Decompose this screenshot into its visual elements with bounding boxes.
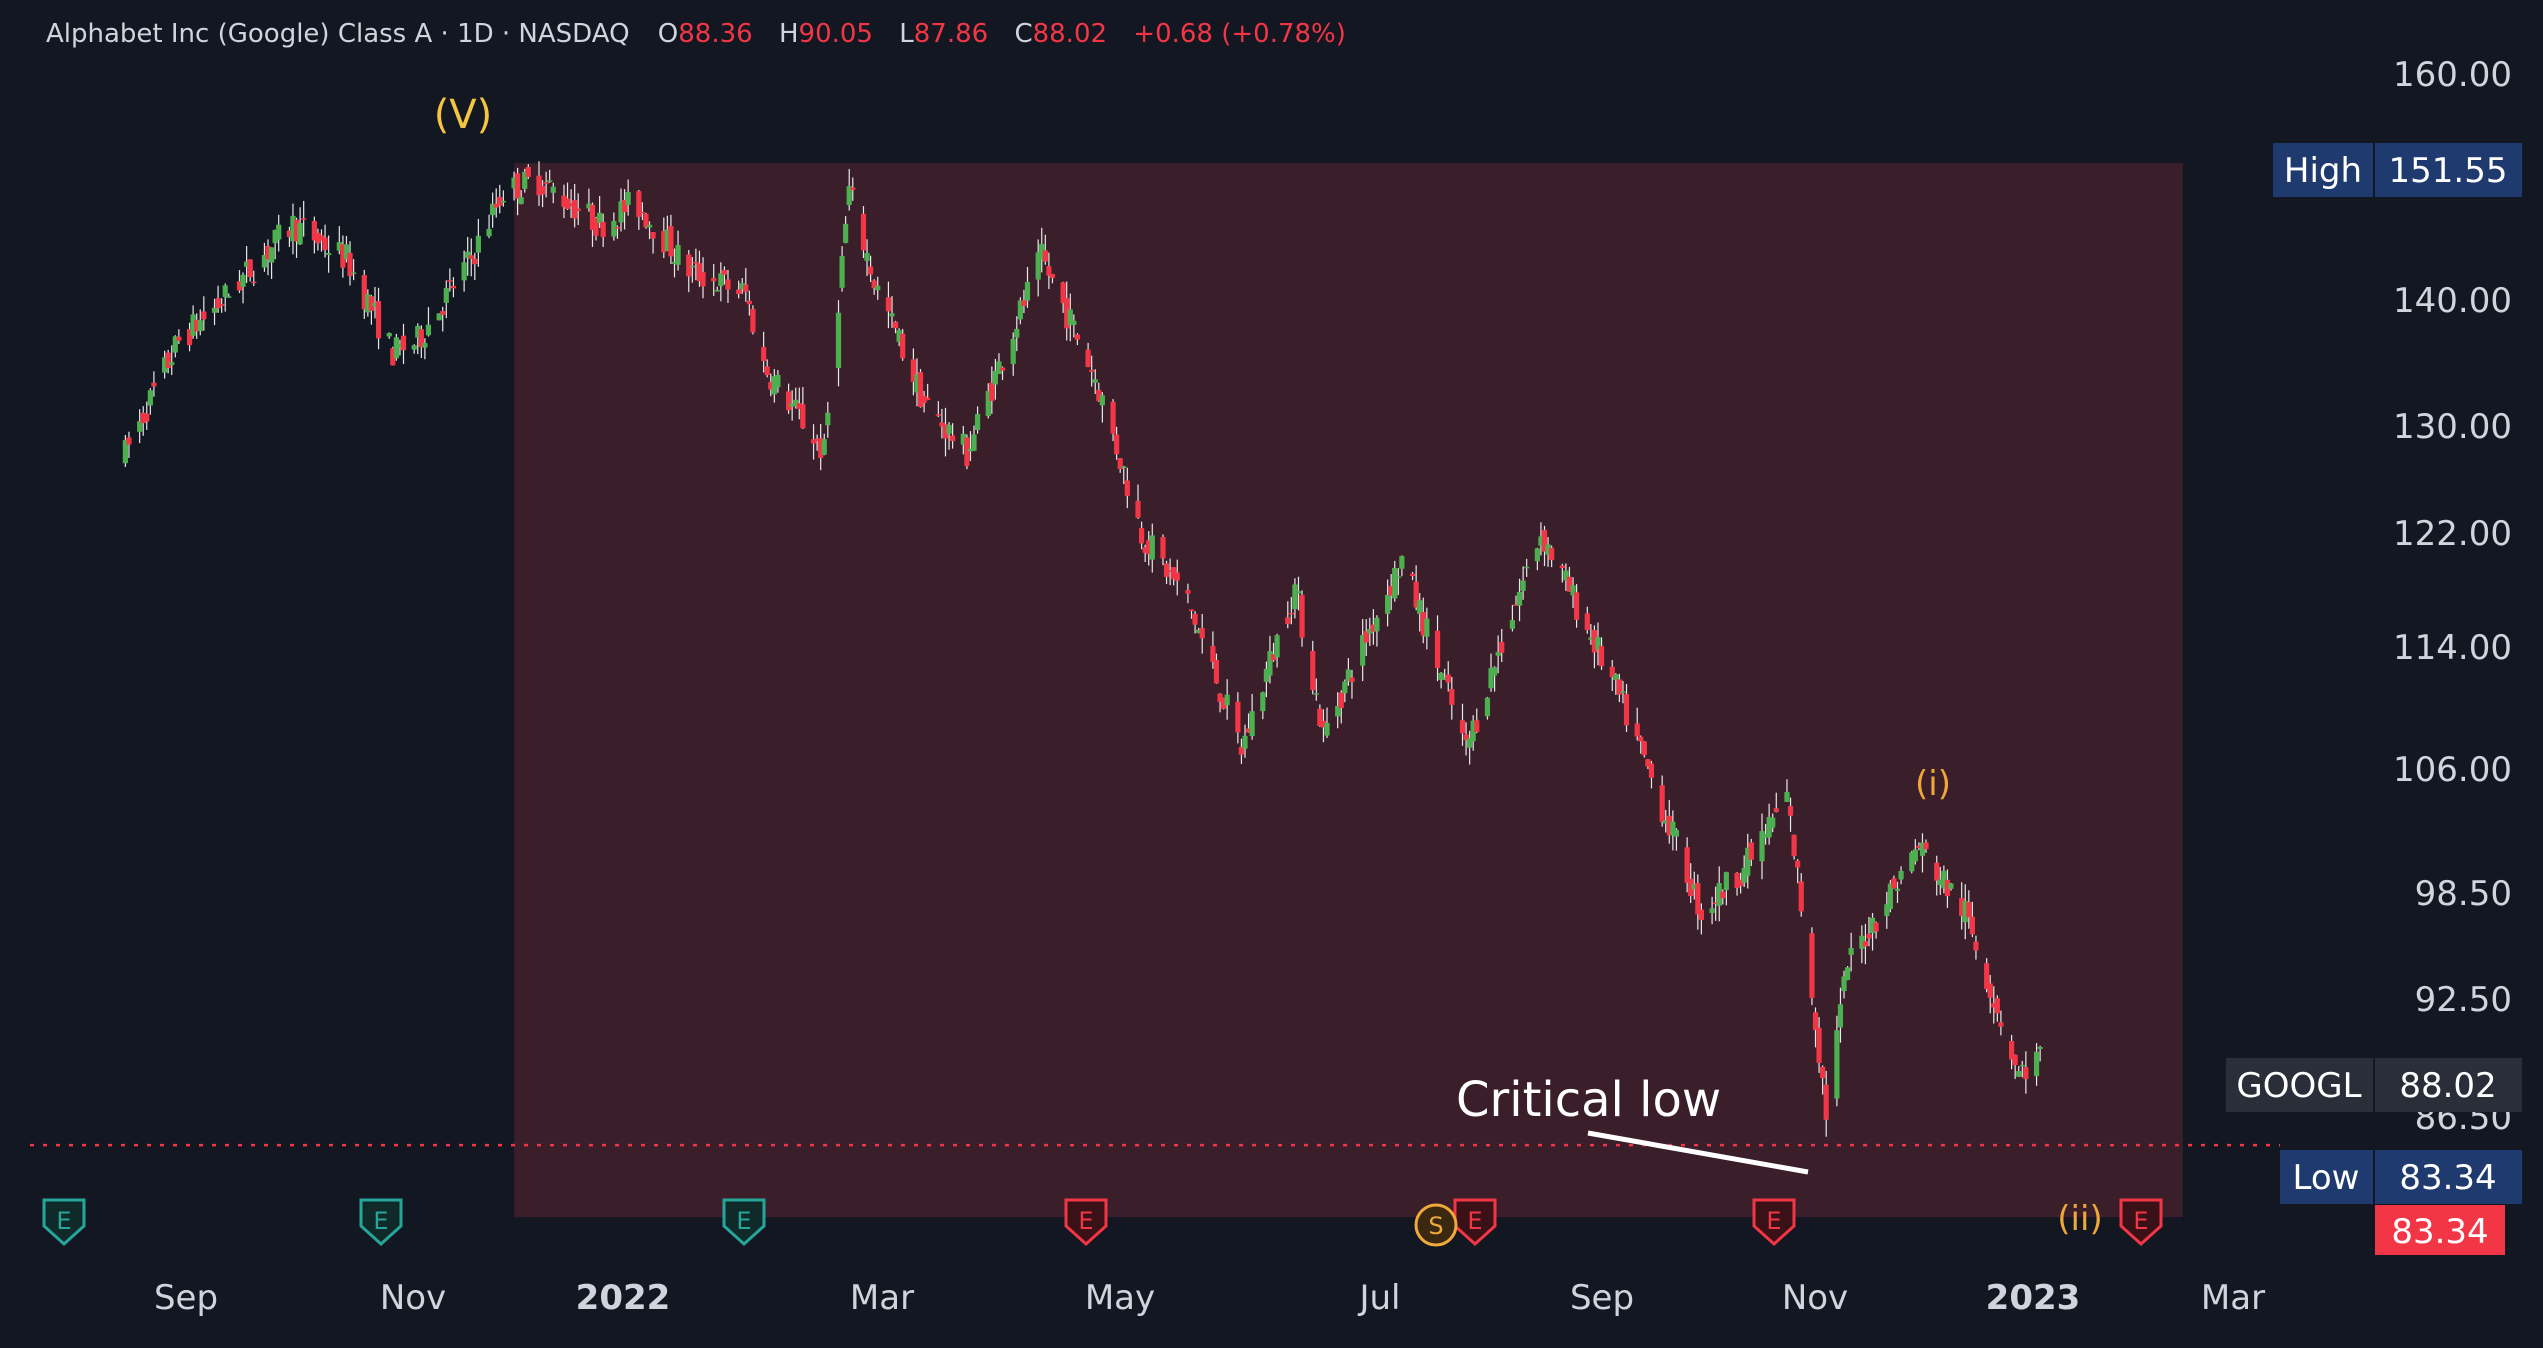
legend-low-label: L bbox=[899, 19, 914, 49]
low-badge-label: Low bbox=[2293, 1158, 2360, 1198]
earnings-icon[interactable]: E bbox=[2119, 1198, 2163, 1247]
svg-text:E: E bbox=[736, 1207, 751, 1235]
earnings-icon[interactable]: E bbox=[722, 1198, 766, 1247]
candle bbox=[1809, 927, 1815, 1006]
price-tick-label: 160.00 bbox=[2393, 55, 2512, 95]
svg-text:E: E bbox=[1766, 1207, 1781, 1235]
wave-label-v: (V) bbox=[434, 92, 493, 138]
time-tick-label: Nov bbox=[380, 1278, 446, 1318]
time-tick-label: Mar bbox=[850, 1278, 914, 1318]
last-price-badge: 83.34 bbox=[2375, 1205, 2505, 1255]
high-badge-value: 151.55 bbox=[2389, 151, 2508, 191]
candle bbox=[1844, 965, 1851, 981]
low-badge: Low 83.34 bbox=[2280, 1150, 2522, 1204]
wave-label-ii: (ii) bbox=[2057, 1199, 2102, 1239]
time-tick-label: Mar bbox=[2201, 1278, 2265, 1318]
legend-close-label: C bbox=[1014, 19, 1032, 49]
chart-root[interactable]: Alphabet Inc (Google) Class A · 1D · NAS… bbox=[0, 0, 2543, 1348]
candle bbox=[468, 238, 474, 277]
time-tick-label: Sep bbox=[154, 1278, 218, 1318]
legend-high-label: H bbox=[779, 19, 799, 49]
legend-open-label: O bbox=[658, 19, 678, 49]
candle bbox=[497, 184, 503, 214]
price-tick-label: 98.50 bbox=[2415, 874, 2512, 914]
candle bbox=[490, 192, 496, 228]
last-price-badge-value: 83.34 bbox=[2391, 1212, 2488, 1252]
candle bbox=[900, 328, 906, 361]
symbol-badge-label: GOOGL bbox=[2236, 1066, 2361, 1106]
earnings-icon[interactable]: E bbox=[1453, 1198, 1497, 1247]
time-axis[interactable]: Sep Nov 2022 Mar May Jul Sep Nov 2023 Mar bbox=[154, 1278, 2265, 1318]
candle bbox=[386, 332, 392, 339]
candle bbox=[750, 305, 756, 335]
price-tick-label: 140.00 bbox=[2393, 281, 2512, 321]
low-badge-value: 83.34 bbox=[2399, 1158, 2496, 1198]
candle bbox=[247, 259, 253, 282]
candlestick-chart[interactable]: Alphabet Inc (Google) Class A · 1D · NAS… bbox=[0, 0, 2543, 1348]
candle bbox=[147, 388, 153, 415]
legend-low-value: 87.86 bbox=[914, 19, 988, 49]
critical-low-annotation[interactable]: Critical low bbox=[1456, 1072, 1721, 1128]
svg-text:E: E bbox=[2133, 1207, 2148, 1235]
high-badge-label: High bbox=[2284, 151, 2362, 191]
split-icon[interactable]: S bbox=[1414, 1203, 1458, 1247]
legend-change: +0.68 (+0.78%) bbox=[1133, 19, 1346, 49]
candle bbox=[411, 344, 417, 354]
candle bbox=[368, 294, 375, 325]
candle bbox=[400, 323, 407, 365]
candle bbox=[322, 224, 328, 258]
earnings-icon[interactable]: E bbox=[1064, 1198, 1108, 1247]
candle bbox=[276, 214, 282, 252]
candle bbox=[1641, 741, 1647, 758]
price-axis[interactable]: 160.00 140.00 130.00 122.00 114.00 106.00 98.5… bbox=[2393, 55, 2512, 1138]
time-tick-label: Jul bbox=[1357, 1278, 1400, 1318]
candle bbox=[1484, 696, 1491, 720]
range-highlight-zone bbox=[514, 163, 2183, 1218]
candle bbox=[418, 325, 424, 359]
earnings-icon[interactable]: E bbox=[359, 1198, 403, 1247]
price-tick-label: 92.50 bbox=[2415, 980, 2512, 1020]
time-tick-label: 2023 bbox=[1986, 1278, 2081, 1318]
svg-text:S: S bbox=[1428, 1212, 1443, 1240]
candle bbox=[860, 206, 867, 259]
chart-legend: Alphabet Inc (Google) Class A · 1D · NAS… bbox=[46, 19, 1346, 49]
time-tick-label: Nov bbox=[1782, 1278, 1848, 1318]
price-tick-label: 130.00 bbox=[2393, 407, 2512, 447]
time-tick-label: May bbox=[1085, 1278, 1155, 1318]
symbol-badge-value: 88.02 bbox=[2399, 1066, 2496, 1106]
price-tick-label: 106.00 bbox=[2393, 750, 2512, 790]
wave-label-i: (i) bbox=[1915, 764, 1951, 804]
price-tick-label: 122.00 bbox=[2393, 514, 2512, 554]
svg-text:E: E bbox=[1467, 1207, 1482, 1235]
time-tick-label: 2022 bbox=[576, 1278, 671, 1318]
symbol-badge: GOOGL 88.02 bbox=[2226, 1058, 2522, 1112]
candle bbox=[425, 307, 432, 337]
candle bbox=[268, 247, 275, 279]
time-tick-label: Sep bbox=[1570, 1278, 1634, 1318]
legend-open-value: 88.36 bbox=[678, 19, 752, 49]
candle bbox=[1791, 834, 1797, 860]
candle bbox=[375, 287, 382, 350]
svg-text:E: E bbox=[373, 1207, 388, 1235]
candle bbox=[297, 207, 303, 246]
price-tick-label: 114.00 bbox=[2393, 628, 2512, 668]
earnings-icon[interactable]: E bbox=[42, 1198, 86, 1247]
svg-text:E: E bbox=[56, 1207, 71, 1235]
svg-text:E: E bbox=[1078, 1207, 1093, 1235]
high-badge: High 151.55 bbox=[2273, 143, 2522, 197]
legend-high-value: 90.05 bbox=[799, 19, 873, 49]
legend-close-value: 88.02 bbox=[1033, 19, 1107, 49]
candle bbox=[964, 434, 970, 470]
legend-symbol: Alphabet Inc (Google) Class A · 1D · NAS… bbox=[46, 19, 630, 49]
earnings-icon[interactable]: E bbox=[1752, 1198, 1796, 1247]
candle bbox=[144, 401, 150, 430]
candle bbox=[486, 214, 492, 239]
